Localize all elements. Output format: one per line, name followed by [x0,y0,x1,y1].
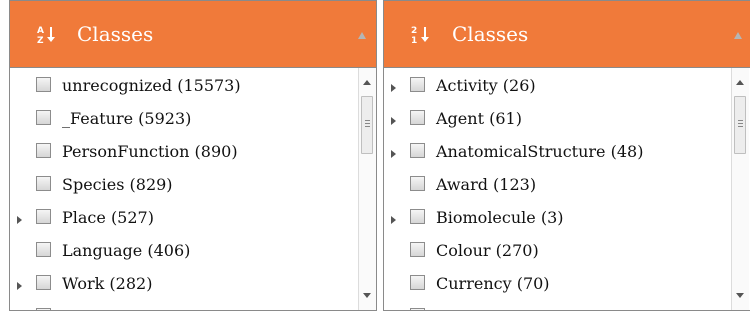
checkbox[interactable] [410,110,425,125]
item-label: Activity (26) [436,76,536,95]
expand-arrow-icon[interactable] [17,282,22,290]
item-label: Place (527) [62,208,154,227]
scroll-down-icon[interactable] [736,293,744,298]
sort-numeric-21-icon[interactable]: 2 1 [408,24,438,46]
class-list: Activity (26) Agent (61) AnatomicalStructu… [384,68,750,310]
classes-panel-alphabetical: A Z Classes unrecognized (15573) _Feature… [9,0,377,311]
collapse-icon[interactable] [358,32,366,39]
item-label: Species (829) [62,175,173,194]
expand-arrow-icon[interactable] [391,84,396,92]
checkbox[interactable] [410,209,425,224]
item-label: _Feature (5923) [62,109,192,128]
item-label: Biomolecule (3) [436,208,564,227]
checkbox[interactable] [36,77,51,92]
checkbox[interactable] [36,275,51,290]
sort-alpha-az-icon[interactable]: A Z [34,24,64,46]
scroll-thumb[interactable] [361,96,373,154]
svg-text:1: 1 [411,36,417,46]
item-label: Work (282) [62,274,153,293]
panel-header[interactable]: 2 1 Classes [384,1,750,68]
item-label: Currency (70) [436,274,550,293]
item-label: unrecognized (15573) [62,76,241,95]
classes-panel-by-count: 2 1 Classes Activity (26) Agent (61) Anato… [383,0,750,311]
expand-arrow-icon[interactable] [391,216,396,224]
scrollbar[interactable] [731,68,749,310]
scrollbar[interactable] [358,68,376,310]
item-label: Agent (61) [436,109,522,128]
expand-arrow-icon[interactable] [391,117,396,125]
scroll-up-icon[interactable] [363,80,371,85]
item-label: Award (123) [436,175,537,194]
class-list: unrecognized (15573) _Feature (5923) Perso… [10,68,376,310]
panel-title: Classes [452,22,529,46]
item-label: Colour (270) [436,241,539,260]
item-label: Language (406) [62,241,191,260]
checkbox[interactable] [36,143,51,158]
expand-arrow-icon[interactable] [17,216,22,224]
checkbox[interactable] [410,77,425,92]
scroll-down-icon[interactable] [363,293,371,298]
svg-text:Z: Z [37,36,44,46]
svg-text:A: A [37,26,44,36]
panel-title: Classes [77,22,154,46]
checkbox[interactable] [410,242,425,257]
svg-text:2: 2 [411,26,417,36]
scroll-up-icon[interactable] [736,80,744,85]
item-label: AnatomicalStructure (48) [436,142,644,161]
checkbox[interactable] [36,242,51,257]
expand-arrow-icon[interactable] [391,150,396,158]
item-label: PersonFunction (890) [62,142,238,161]
checkbox[interactable] [410,143,425,158]
checkbox[interactable] [36,110,51,125]
checkbox[interactable] [410,176,425,191]
checkbox[interactable] [410,275,425,290]
checkbox[interactable] [36,209,51,224]
scroll-thumb[interactable] [734,96,746,154]
panel-header[interactable]: A Z Classes [10,1,376,68]
collapse-icon[interactable] [734,32,742,39]
checkbox[interactable] [36,176,51,191]
